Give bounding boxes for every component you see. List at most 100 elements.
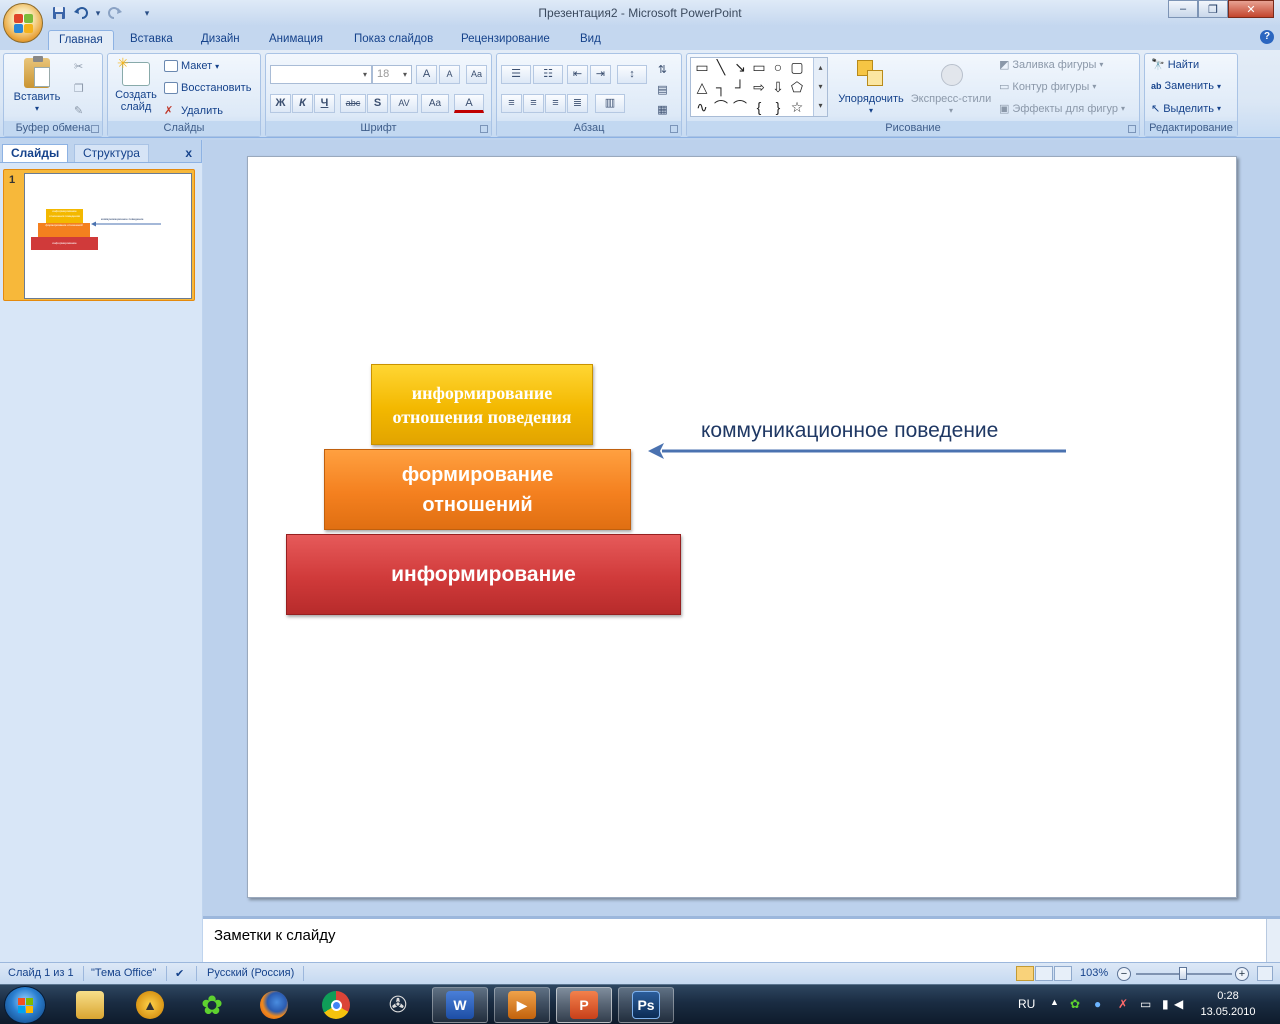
tab-animation[interactable]: Анимация xyxy=(259,30,333,50)
font-launcher-icon[interactable] xyxy=(480,125,488,133)
pentagon-shape-icon[interactable]: ⬠ xyxy=(788,78,806,96)
slideshow-view-icon[interactable] xyxy=(1054,966,1072,981)
notes-placeholder[interactable]: Заметки к слайду xyxy=(214,927,336,944)
rectangle-shape-icon[interactable]: ▭ xyxy=(750,58,768,76)
tab-review[interactable]: Рецензирование xyxy=(451,30,560,50)
shape-effects-button[interactable]: ▣ Эффекты для фигур ▾ xyxy=(999,102,1125,116)
copy-icon[interactable]: ❐ xyxy=(74,82,84,95)
close-button[interactable]: ✕ xyxy=(1228,0,1274,18)
italic-button[interactable]: К xyxy=(292,94,313,113)
help-icon[interactable]: ? xyxy=(1260,30,1274,44)
notes-scrollbar[interactable] xyxy=(1266,919,1280,965)
textbox-shape-icon[interactable]: ▭ xyxy=(693,58,711,76)
shapes-gallery[interactable]: ▭ ╲ ↘ ▭ ○ ▢ △ ┐ ┘ ⇨ ⇩ ⬠ ∿ ⌒ ⌒ { } ☆ ▴ ▾ ▾ xyxy=(690,57,828,117)
oval-shape-icon[interactable]: ○ xyxy=(769,58,787,76)
elbow-arrow-shape-icon[interactable]: ┘ xyxy=(731,78,749,96)
strikethrough-button[interactable]: abc xyxy=(340,94,366,113)
tray-antivirus-icon[interactable]: ✗ xyxy=(1118,997,1128,1011)
taskbar-photoshop[interactable]: Ps xyxy=(618,987,674,1023)
clear-format-button[interactable]: Aa xyxy=(466,65,487,84)
triangle-shape-icon[interactable]: △ xyxy=(693,78,711,96)
restore-button[interactable]: ❐ xyxy=(1198,0,1228,18)
quick-styles-button[interactable]: Экспресс-стили ▾ xyxy=(909,58,993,117)
find-button[interactable]: 🔭 Найти xyxy=(1151,58,1199,72)
elbow-connector-shape-icon[interactable]: ┐ xyxy=(712,78,730,96)
start-button[interactable] xyxy=(4,986,46,1024)
freeform-shape-icon[interactable]: ⌒ xyxy=(712,98,730,116)
zoom-level[interactable]: 103% xyxy=(1080,967,1108,979)
pyramid-box-bottom[interactable]: информирование xyxy=(286,534,681,615)
grow-font-button[interactable]: A xyxy=(416,65,437,84)
font-name-combo[interactable]: ▾ xyxy=(270,65,372,84)
shape-outline-button[interactable]: ▭ Контур фигуры ▾ xyxy=(999,80,1096,94)
bold-button[interactable]: Ж xyxy=(270,94,291,113)
line-shape-icon[interactable]: ╲ xyxy=(712,58,730,76)
paste-button[interactable]: Вставить ▾ xyxy=(12,56,62,115)
drawing-launcher-icon[interactable] xyxy=(1128,125,1136,133)
tray-network-icon[interactable]: ▭ xyxy=(1140,997,1151,1011)
theme-name[interactable]: "Тема Office" xyxy=(91,967,156,979)
change-case-button[interactable]: Aa xyxy=(421,94,449,113)
fit-to-window-icon[interactable] xyxy=(1257,966,1273,981)
underline-button[interactable]: Ч xyxy=(314,94,335,113)
language-bar[interactable]: RU xyxy=(1018,997,1035,1011)
left-arrow-icon[interactable] xyxy=(646,439,1076,461)
char-spacing-button[interactable]: AV xyxy=(390,94,418,113)
slide[interactable]: информирование отношения поведения форми… xyxy=(247,156,1237,898)
arrange-button[interactable]: Упорядочить ▾ xyxy=(833,58,909,117)
zoom-out-button[interactable]: − xyxy=(1117,967,1131,981)
pyramid-box-top[interactable]: информирование отношения поведения xyxy=(371,364,593,445)
decrease-indent-button[interactable]: ⇤ xyxy=(567,65,588,84)
format-painter-icon[interactable]: ✎ xyxy=(74,104,83,117)
taskbar-word[interactable]: W xyxy=(432,987,488,1023)
tab-outline[interactable]: Структура xyxy=(74,144,149,162)
text-direction-icon[interactable]: ⇅ xyxy=(652,62,673,81)
align-left-button[interactable]: ≡ xyxy=(501,94,522,113)
tray-icq-icon[interactable]: ✿ xyxy=(1070,997,1080,1011)
taskbar-chrome[interactable] xyxy=(308,987,364,1023)
rounded-rect-shape-icon[interactable]: ▢ xyxy=(788,58,806,76)
shape-fill-button[interactable]: ◩ Заливка фигуры ▾ xyxy=(999,58,1103,72)
cut-icon[interactable]: ✂ xyxy=(74,60,83,73)
pyramid-box-middle[interactable]: формирование отношений xyxy=(324,449,631,530)
curve-shape-icon[interactable]: ∿ xyxy=(693,98,711,116)
justify-button[interactable]: ≣ xyxy=(567,94,588,113)
tray-volume-icon[interactable]: ◀ xyxy=(1174,997,1183,1011)
minimize-button[interactable]: ‒ xyxy=(1168,0,1198,18)
arc-shape-icon[interactable]: ⌒ xyxy=(731,98,749,116)
smartart-icon[interactable]: ▦ xyxy=(652,102,673,121)
align-text-icon[interactable]: ▤ xyxy=(652,82,673,101)
taskbar-icq[interactable]: ✿ xyxy=(184,987,240,1023)
tab-home[interactable]: Главная xyxy=(48,30,114,50)
tray-power-icon[interactable]: ▮ xyxy=(1162,997,1169,1011)
show-hidden-icons[interactable]: ▲ xyxy=(1050,997,1059,1007)
shapes-scroll[interactable]: ▴ ▾ ▾ xyxy=(813,58,827,116)
down-arrow-shape-icon[interactable]: ⇩ xyxy=(769,78,787,96)
right-brace-shape-icon[interactable]: } xyxy=(769,98,787,116)
bullets-button[interactable]: ☰ xyxy=(501,65,531,84)
tab-slideshow[interactable]: Показ слайдов xyxy=(344,30,443,50)
replace-button[interactable]: ab Заменить ▾ xyxy=(1151,80,1221,92)
layout-button[interactable]: Макет ▾ xyxy=(164,60,219,72)
tab-slides[interactable]: Слайды xyxy=(2,144,69,162)
columns-button[interactable]: ▥ xyxy=(595,94,625,113)
shadow-button[interactable]: S xyxy=(367,94,388,113)
line-spacing-button[interactable]: ↕ xyxy=(617,65,647,84)
new-slide-button[interactable]: ✳ Создать слайд xyxy=(112,56,160,113)
reset-button[interactable]: Восстановить xyxy=(164,82,251,94)
left-brace-shape-icon[interactable]: { xyxy=(750,98,768,116)
numbering-button[interactable]: ☷ xyxy=(533,65,563,84)
font-size-combo[interactable]: 18 ▾ xyxy=(372,65,412,84)
select-button[interactable]: ↖ Выделить ▾ xyxy=(1151,102,1221,116)
delete-slide-button[interactable]: ✗ Удалить xyxy=(164,104,223,118)
clock[interactable]: 0:28 13.05.2010 xyxy=(1186,988,1270,1020)
taskbar-explorer[interactable] xyxy=(62,987,118,1023)
star-shape-icon[interactable]: ☆ xyxy=(788,98,806,116)
right-arrow-shape-icon[interactable]: ⇨ xyxy=(750,78,768,96)
font-name-dropdown-icon[interactable]: ▾ xyxy=(359,66,371,83)
slide-sorter-view-icon[interactable] xyxy=(1035,966,1053,981)
tray-app-icon[interactable]: ● xyxy=(1094,997,1101,1011)
tab-insert[interactable]: Вставка xyxy=(120,30,183,50)
taskbar-firefox[interactable] xyxy=(246,987,302,1023)
zoom-slider-thumb[interactable] xyxy=(1179,967,1187,980)
